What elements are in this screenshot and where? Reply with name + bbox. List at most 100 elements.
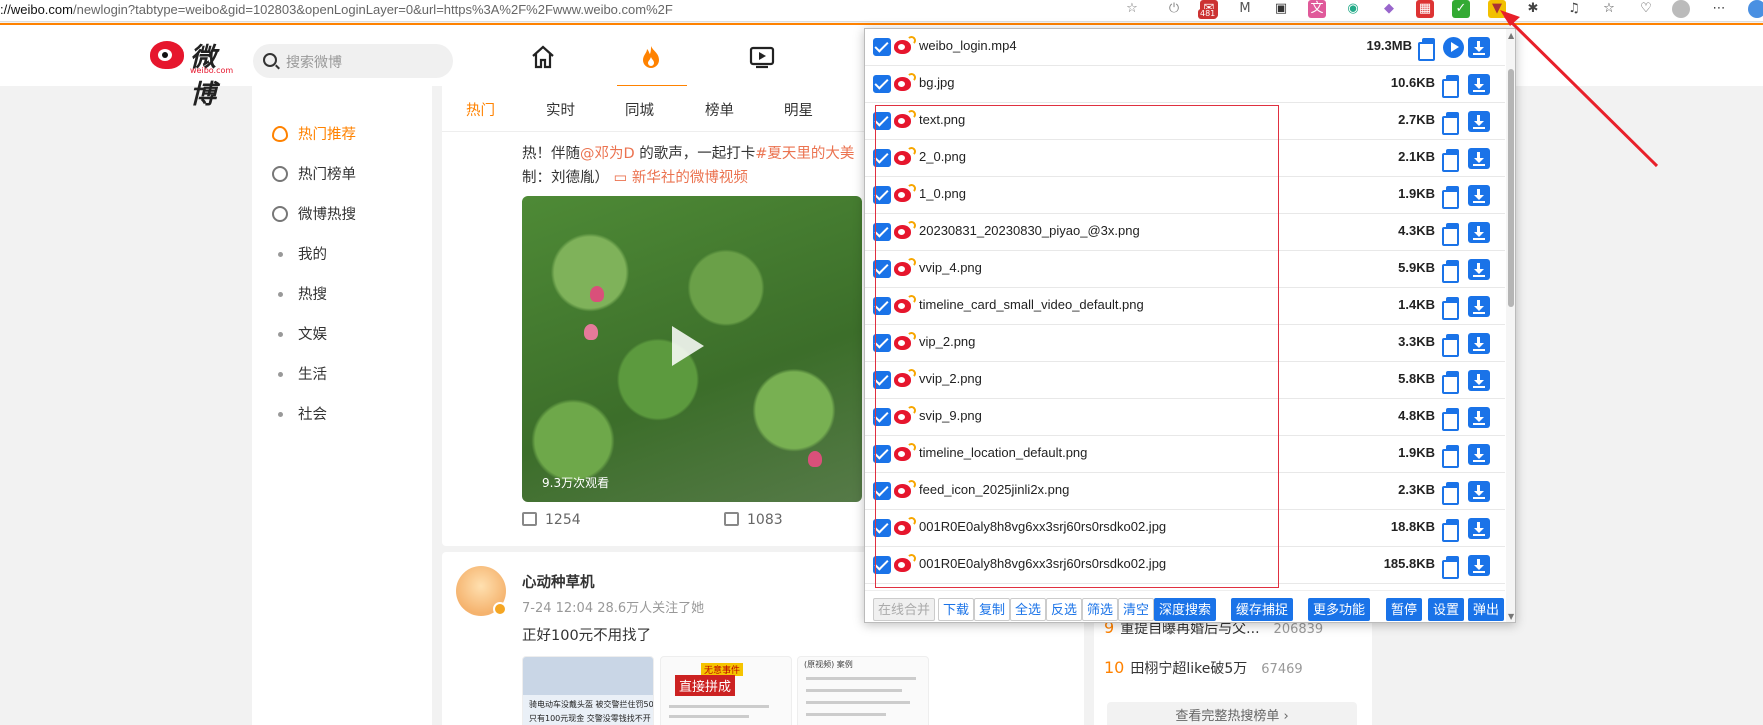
file-checkbox[interactable] — [873, 556, 891, 574]
file-checkbox[interactable] — [873, 297, 891, 315]
file-row[interactable]: weibo_login.mp4 19.3MB — [865, 29, 1505, 66]
video-icon[interactable] — [749, 44, 775, 70]
copy-link-icon[interactable] — [1441, 481, 1461, 505]
tab-realtime[interactable]: 实时 — [546, 99, 575, 120]
more-icon[interactable]: ⋯ — [1710, 0, 1728, 18]
scrollbar-thumb[interactable] — [1508, 69, 1514, 307]
file-checkbox[interactable] — [873, 223, 891, 241]
file-checkbox[interactable] — [873, 38, 891, 56]
copy-link-icon[interactable] — [1441, 407, 1461, 431]
more-functions-button[interactable]: 更多功能 — [1308, 598, 1371, 621]
pause-button[interactable]: 暂停 — [1386, 598, 1423, 621]
puzzle-icon[interactable]: ✱ — [1524, 0, 1542, 18]
copy-link-icon[interactable] — [1417, 37, 1437, 61]
favorites-icon[interactable]: ☆ — [1600, 0, 1618, 18]
globe-icon[interactable]: ◉ — [1344, 0, 1362, 18]
file-row[interactable]: vvip_4.png 5.9KB — [865, 251, 1505, 288]
weibo-logo[interactable]: 微博 weibo.com — [150, 39, 240, 110]
home-icon[interactable] — [530, 44, 556, 70]
cache-capture-button[interactable]: 缓存捕捉 — [1231, 598, 1294, 621]
hot-search-row[interactable]: 10 田栩宁超like破5万 67469 — [1104, 658, 1303, 678]
clear-button[interactable]: 清空 — [1118, 598, 1155, 621]
copy-link-icon[interactable] — [1441, 333, 1461, 357]
copy-link-icon[interactable] — [1441, 259, 1461, 283]
file-checkbox[interactable] — [873, 75, 891, 93]
check-extension-icon[interactable]: ✓ — [1452, 0, 1470, 18]
file-row[interactable]: vvip_2.png 5.8KB — [865, 362, 1505, 399]
file-row[interactable]: timeline_location_default.png 1.9KB — [865, 436, 1505, 473]
copy-link-icon[interactable] — [1441, 518, 1461, 542]
file-row[interactable]: bg.jpg 10.6KB — [865, 66, 1505, 103]
file-checkbox[interactable] — [873, 149, 891, 167]
play-icon[interactable] — [1443, 37, 1464, 58]
search-input[interactable]: 搜索微博 — [253, 44, 453, 78]
downloader-extension-icon[interactable]: ▼ — [1488, 0, 1506, 18]
post-author[interactable]: 心动种草机 — [522, 571, 595, 592]
comment-button[interactable]: 1083 — [724, 512, 783, 528]
copy-link-icon[interactable] — [1441, 148, 1461, 172]
mention-link[interactable]: @邓为D — [580, 146, 635, 162]
repost-button[interactable]: 1254 — [522, 512, 581, 528]
copy-link-icon[interactable] — [1441, 185, 1461, 209]
copy-button[interactable]: 复制 — [974, 598, 1011, 621]
video-link[interactable]: ▭ 新华社的微博视频 — [614, 170, 748, 186]
download-icon[interactable] — [1468, 222, 1490, 243]
download-icon[interactable] — [1468, 37, 1490, 58]
settings-button[interactable]: 设置 — [1428, 598, 1465, 621]
download-icon[interactable] — [1468, 333, 1490, 354]
copy-link-icon[interactable] — [1441, 222, 1461, 246]
post-image-thumb[interactable]: (原视频) 案例 — [797, 656, 929, 725]
download-icon[interactable] — [1468, 148, 1490, 169]
copy-link-icon[interactable] — [1441, 555, 1461, 579]
tab-hot[interactable]: 热门 — [466, 99, 495, 120]
grid-extension-icon[interactable]: ▦ — [1416, 0, 1434, 18]
post-image-thumb[interactable]: 骑电动车没戴头盔 被交警拦住罚50 只有100元现金 交警没零钱找不开 — [522, 656, 654, 725]
download-button[interactable]: 下载 — [938, 598, 975, 621]
select-all-button[interactable]: 全选 — [1010, 598, 1047, 621]
file-row[interactable]: 1_0.png 1.9KB — [865, 177, 1505, 214]
file-checkbox[interactable] — [873, 112, 891, 130]
copy-link-icon[interactable] — [1441, 74, 1461, 98]
file-row[interactable]: timeline_card_small_video_default.png 1.4… — [865, 288, 1505, 325]
file-checkbox[interactable] — [873, 371, 891, 389]
download-icon[interactable] — [1468, 185, 1490, 206]
hashtag-link[interactable]: #夏天里的大美 — [755, 146, 854, 162]
file-row[interactable]: 2_0.png 2.1KB — [865, 140, 1505, 177]
download-icon[interactable] — [1468, 296, 1490, 317]
health-icon[interactable]: ♡ — [1637, 0, 1655, 18]
file-checkbox[interactable] — [873, 260, 891, 278]
copy-link-icon[interactable] — [1441, 111, 1461, 135]
profile-avatar[interactable] — [1672, 0, 1690, 18]
file-row[interactable]: 20230831_20230830_piyao_@3x.png 4.3KB — [865, 214, 1505, 251]
download-icon[interactable] — [1468, 111, 1490, 132]
deep-search-button[interactable]: 深度搜索 — [1154, 598, 1217, 621]
download-icon[interactable] — [1468, 370, 1490, 391]
file-checkbox[interactable] — [873, 445, 891, 463]
invert-selection-button[interactable]: 反选 — [1046, 598, 1083, 621]
file-row[interactable]: svip_9.png 4.8KB — [865, 399, 1505, 436]
file-checkbox[interactable] — [873, 482, 891, 500]
download-icon[interactable] — [1468, 74, 1490, 95]
download-icon[interactable] — [1468, 444, 1490, 465]
file-row[interactable]: feed_icon_2025jinli2x.png 2.3KB — [865, 473, 1505, 510]
hot-fire-icon[interactable] — [638, 44, 664, 70]
star-icon[interactable]: ☆ — [1123, 0, 1141, 18]
file-row[interactable]: vip_2.png 3.3KB — [865, 325, 1505, 362]
file-checkbox[interactable] — [873, 519, 891, 537]
scroll-down-arrow-icon[interactable]: ▼ — [1508, 612, 1514, 621]
popout-button[interactable]: 弹出 — [1468, 598, 1505, 621]
file-row[interactable]: 001R0E0aly8h8vg6xx3srj60rs0rsdko02.jpg 18… — [865, 510, 1505, 547]
scroll-up-arrow-icon[interactable]: ▲ — [1508, 31, 1514, 40]
tab-local[interactable]: 同城 — [625, 99, 654, 120]
edge-icon[interactable] — [1748, 0, 1763, 18]
download-icon[interactable] — [1468, 481, 1490, 502]
download-icon[interactable] — [1468, 555, 1490, 576]
extension-icon[interactable]: ▣ — [1272, 0, 1290, 18]
view-full-hot-list-button[interactable]: 查看完整热搜榜单 › — [1107, 702, 1357, 725]
gmail-icon[interactable]: M — [1236, 0, 1254, 18]
address-bar[interactable]: ://weibo.com/newlogin?tabtype=weibo&gid=… — [0, 2, 673, 17]
copy-link-icon[interactable] — [1441, 296, 1461, 320]
copy-link-icon[interactable] — [1441, 444, 1461, 468]
file-checkbox[interactable] — [873, 408, 891, 426]
translate-icon[interactable]: 文 — [1308, 0, 1326, 18]
